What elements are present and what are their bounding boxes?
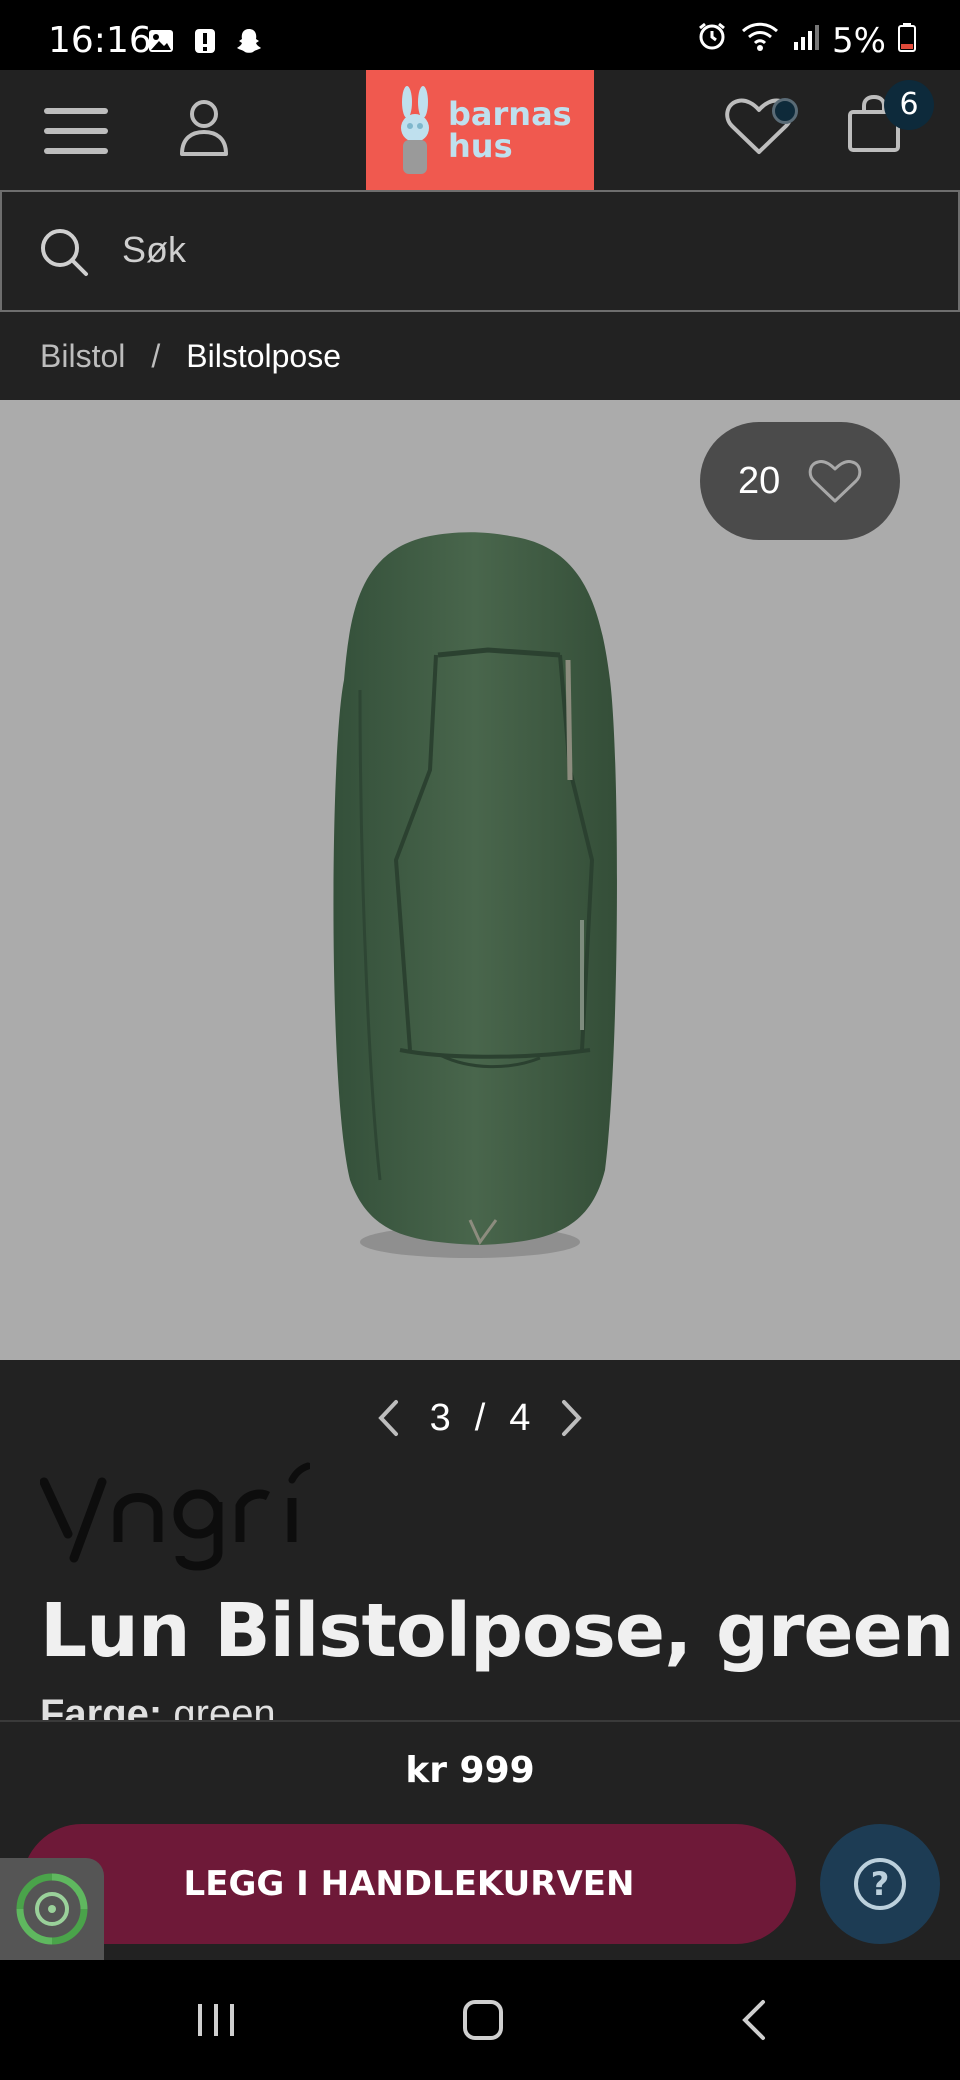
back-icon [742,2000,765,2040]
purchase-bar: kr 999 LEGG I HANDLEKURVEN ? [0,1720,960,1960]
logo-text: barnas hus [448,98,572,162]
menu-button[interactable] [44,106,108,156]
wishlist-button[interactable] [724,94,800,164]
next-image-button[interactable] [554,1393,590,1443]
site-header: barnas hus 6 [0,70,960,190]
battery-icon [898,21,916,61]
image-pager: 3 / 4 [0,1388,960,1448]
product-color: Farge: green [40,1692,276,1720]
account-button[interactable] [178,96,230,160]
system-nav-bar [0,1960,960,2080]
heart-icon [809,460,862,503]
signal-icon [792,21,820,61]
search-bar [0,190,960,312]
alarm-icon [696,20,728,61]
status-time: 16:16 [48,20,152,61]
search-icon[interactable] [38,226,90,278]
recent-apps-icon [198,2004,234,2036]
user-icon [180,100,228,156]
logo-line-2: hus [448,127,513,165]
previous-image-button[interactable] [370,1393,406,1443]
recycle-wheel-icon [16,1873,88,1945]
svg-text:?: ? [871,1865,890,1903]
snapchat-icon [234,26,264,56]
breadcrumb: Bilstol / Bilstolpose [0,312,960,400]
breadcrumb-current: Bilstolpose [186,337,341,374]
add-to-cart-button[interactable]: LEGG I HANDLEKURVEN [22,1824,796,1944]
wifi-icon [740,20,780,61]
product-info: 3 / 4 Lun Bilstolpose, green Farge: gree… [0,1360,960,1720]
logo-line-1: barnas [448,95,572,133]
product-image [333,532,617,1258]
pager-total: 4 [509,1396,531,1439]
recent-apps-button[interactable] [176,1990,256,2050]
product-image-gallery[interactable]: 20 [0,400,960,1360]
battery-percent: 5% [832,20,886,61]
product-price: kr 999 [405,1750,535,1791]
chevron-left-icon [377,1400,398,1436]
menu-icon-line [44,148,108,154]
help-button[interactable]: ? [820,1824,940,1944]
status-bar: 16:16 5% [0,0,960,70]
help-icon: ? [854,1858,906,1910]
wishlist-indicator [772,98,798,124]
home-button[interactable] [443,1990,523,2050]
menu-icon-line [44,108,108,114]
pager-current: 3 [429,1396,451,1439]
color-value: green [173,1692,276,1720]
home-icon [463,2000,503,2040]
status-icons-right: 5% [696,20,916,61]
alert-icon [190,26,220,56]
back-button[interactable] [714,1990,794,2050]
barnas-hus-logo[interactable]: barnas hus [366,70,594,190]
favorite-count: 20 [738,459,781,502]
cart-count-badge: 6 [884,80,934,130]
search-input[interactable] [122,222,902,278]
gallery-icon [146,26,176,56]
eco-badge[interactable] [0,1858,104,1960]
breadcrumb-link-bilstol[interactable]: Bilstol [40,338,125,375]
breadcrumb-separator: / [151,337,161,374]
menu-icon-line [44,128,108,134]
product-title: Lun Bilstolpose, green [40,1588,954,1674]
color-label: Farge: [40,1692,163,1720]
bunny-icon [401,86,429,174]
chevron-right-icon [562,1400,583,1436]
favorite-button[interactable]: 20 [700,422,900,540]
brand-logo-yngri[interactable] [40,1462,310,1572]
status-icons-left [146,26,264,56]
pager-separator: / [474,1396,486,1439]
